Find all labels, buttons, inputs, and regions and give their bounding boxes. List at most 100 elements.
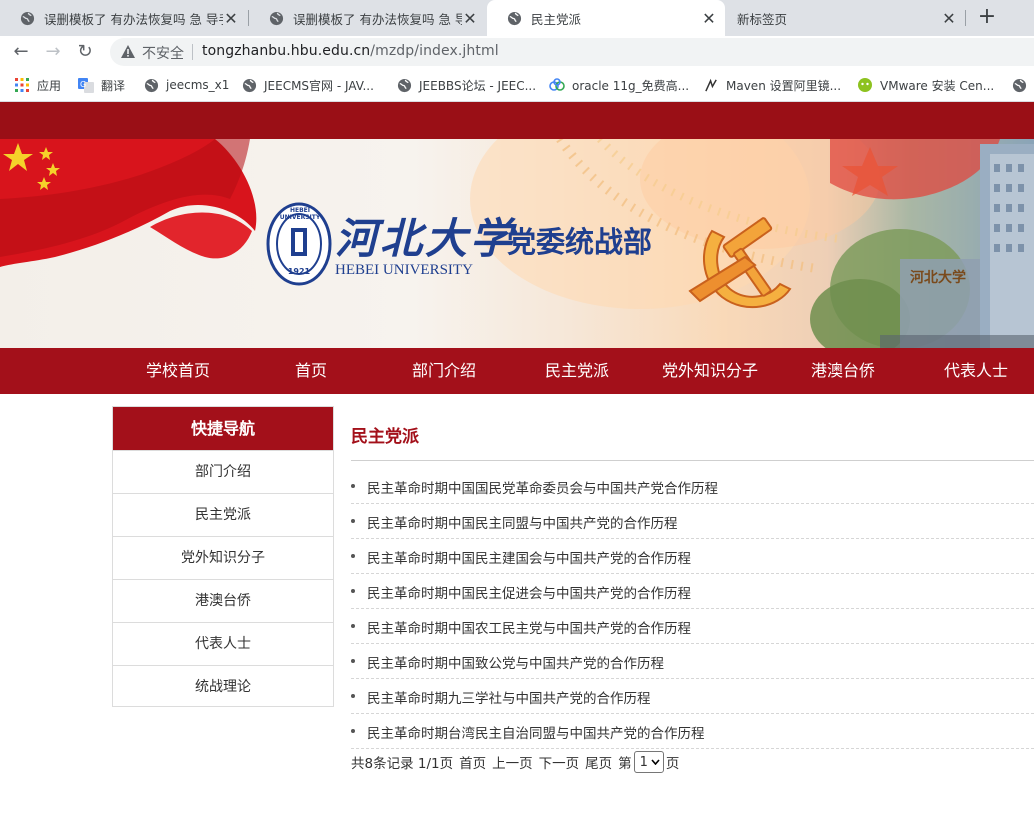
nav-item-department[interactable]: 部门介绍 xyxy=(396,348,492,394)
list-item[interactable]: 民主革命时期九三学社与中国共产党的合作历程 xyxy=(351,679,1034,714)
article-link[interactable]: 民主革命时期中国国民党革命委员会与中国共产党合作历程 xyxy=(367,477,718,497)
bookmark-vmware[interactable]: VMware 安装 Cen... xyxy=(857,76,994,94)
bookmark-label: 应用 xyxy=(37,78,62,93)
last-page-link[interactable]: 尾页 xyxy=(585,752,612,772)
bullet-icon xyxy=(351,484,355,488)
url-text[interactable]: tongzhanbu.hbu.edu.cn/mzdp/index.jhtml xyxy=(202,43,499,59)
bullet-icon xyxy=(351,554,355,558)
bookmark-maven[interactable]: Maven 设置阿里镜... xyxy=(703,76,841,94)
record-count: 共8条记录 1/1页 xyxy=(351,756,454,772)
building-sign: 河北大学 xyxy=(910,270,966,286)
header-banner: HEBEI UNIVERSITY 1921 河北大学 HEBEI UNIVERS… xyxy=(0,139,1034,348)
svg-text:G: G xyxy=(80,80,86,89)
bookmark-label: oracle 11g_免费高... xyxy=(572,78,690,93)
close-icon[interactable]: ✕ xyxy=(462,9,478,28)
nav-item-hk-macao-taiwan[interactable]: 港澳台侨 xyxy=(795,348,891,394)
bookmark-apps[interactable]: 应用 xyxy=(14,76,61,94)
list-item[interactable]: 民主革命时期中国国民党革命委员会与中国共产党合作历程 xyxy=(351,469,1034,504)
nav-item-school-home[interactable]: 学校首页 xyxy=(130,348,226,394)
browser-tab-active[interactable]: 民主党派 ✕ xyxy=(487,0,725,36)
globe-icon xyxy=(396,77,412,93)
translate-icon: G xyxy=(78,77,94,93)
list-item[interactable]: 民主革命时期中国民主建国会与中国共产党的合作历程 xyxy=(351,539,1034,574)
bookmark-jeecms-x1[interactable]: jeecms_x1 xyxy=(143,76,229,94)
sidebar-item-hk-macao-taiwan[interactable]: 港澳台侨 xyxy=(113,579,333,622)
nav-item-home[interactable]: 首页 xyxy=(263,348,359,394)
article-link[interactable]: 民主革命时期中国民主同盟与中国共产党的合作历程 xyxy=(367,512,678,532)
tab-title: 误删模板了 有办法恢复吗 急 导手 xyxy=(44,11,223,27)
sidebar-item-united-front-theory[interactable]: 统战理论 xyxy=(113,665,333,708)
omnibox[interactable]: 不安全 tongzhanbu.hbu.edu.cn/mzdp/index.jht… xyxy=(110,38,1034,66)
nav-item-non-party-intellectuals[interactable]: 党外知识分子 xyxy=(652,348,768,394)
feather-icon xyxy=(703,77,719,93)
reload-icon[interactable]: ↻ xyxy=(75,42,95,62)
browser-tab[interactable]: 误删模板了 有办法恢复吗 急 导手 ✕ xyxy=(249,0,486,36)
nav-item-representatives[interactable]: 代表人士 xyxy=(928,348,1024,394)
globe-icon xyxy=(269,11,284,25)
article-link[interactable]: 民主革命时期中国民主促进会与中国共产党的合作历程 xyxy=(367,582,691,602)
go-prefix: 第 xyxy=(618,756,632,772)
bookmark-overflow[interactable] xyxy=(1011,76,1034,94)
article-link[interactable]: 民主革命时期中国致公党与中国共产党的合作历程 xyxy=(367,652,664,672)
url-path: /mzdp/index.jhtml xyxy=(370,43,499,59)
new-tab-plus-icon[interactable]: + xyxy=(976,6,998,28)
prev-page-link[interactable]: 上一页 xyxy=(492,752,533,772)
list-item[interactable]: 民主革命时期中国民主同盟与中国共产党的合作历程 xyxy=(351,504,1034,539)
globe-icon xyxy=(20,11,35,25)
bookmark-oracle[interactable]: oracle 11g_免费高... xyxy=(549,76,689,94)
omnibox-divider xyxy=(192,44,193,60)
sidebar-item-representatives[interactable]: 代表人士 xyxy=(113,622,333,665)
pagination: 共8条记录 1/1页 首页 上一页 下一页 尾页 第 1 页 xyxy=(351,751,685,773)
close-icon[interactable]: ✕ xyxy=(223,9,239,28)
sidebar-item-non-party-intellectuals[interactable]: 党外知识分子 xyxy=(113,536,333,579)
article-link[interactable]: 民主革命时期台湾民主自治同盟与中国共产党的合作历程 xyxy=(367,722,705,742)
browser-tab[interactable]: 新标签页 ✕ xyxy=(727,0,965,36)
globe-icon xyxy=(507,11,522,25)
tab-title: 民主党派 xyxy=(531,11,582,27)
main-navigation: 学校首页 首页 部门介绍 民主党派 党外知识分子 港澳台侨 代表人士 xyxy=(0,348,1034,394)
first-page-link[interactable]: 首页 xyxy=(459,752,486,772)
article-link[interactable]: 民主革命时期中国农工民主党与中国共产党的合作历程 xyxy=(367,617,691,637)
list-item[interactable]: 民主革命时期中国民主促进会与中国共产党的合作历程 xyxy=(351,574,1034,609)
title-divider xyxy=(351,460,1034,461)
bookmark-jeebbs[interactable]: JEEBBS论坛 - JEEC... xyxy=(396,76,536,94)
bookmark-translate[interactable]: G 翻译 xyxy=(78,76,125,94)
tab-title: 误删模板了 有办法恢复吗 急 导手 xyxy=(293,11,462,27)
bookmark-label: Maven 设置阿里镜... xyxy=(726,78,842,93)
page-select[interactable]: 1 xyxy=(633,751,664,773)
globe-icon xyxy=(143,77,159,93)
sidebar-item-department[interactable]: 部门介绍 xyxy=(113,450,333,493)
browser-tab[interactable]: 误删模板了 有办法恢复吗 急 导手 ✕ xyxy=(0,0,247,36)
bookmark-jeecms-official[interactable]: JEECMS官网 - JAV... xyxy=(241,76,374,94)
top-red-strip xyxy=(0,102,1034,139)
next-page-link[interactable]: 下一页 xyxy=(539,752,580,772)
cloud-icon xyxy=(549,77,565,93)
bullet-icon xyxy=(351,624,355,628)
security-label[interactable]: 不安全 xyxy=(142,43,184,63)
tab-title: 新标签页 xyxy=(737,11,788,27)
list-item[interactable]: 民主革命时期中国致公党与中国共产党的合作历程 xyxy=(351,644,1034,679)
sidebar-item-democratic-parties[interactable]: 民主党派 xyxy=(113,493,333,536)
forward-arrow-icon[interactable]: → xyxy=(43,42,63,62)
sidebar-title: 快捷导航 xyxy=(113,407,333,450)
bullet-icon xyxy=(351,694,355,698)
back-arrow-icon[interactable]: ← xyxy=(11,42,31,62)
article-link[interactable]: 民主革命时期中国民主建国会与中国共产党的合作历程 xyxy=(367,547,691,567)
nav-item-democratic-parties[interactable]: 民主党派 xyxy=(529,348,625,394)
university-name-cn: 河北大学 xyxy=(335,214,516,263)
tab-divider xyxy=(965,10,966,26)
apps-grid-icon xyxy=(14,77,30,93)
chevron-down-icon xyxy=(651,759,660,765)
article-link[interactable]: 民主革命时期九三学社与中国共产党的合作历程 xyxy=(367,687,651,707)
list-item[interactable]: 民主革命时期台湾民主自治同盟与中国共产党的合作历程 xyxy=(351,714,1034,749)
bookmark-label: JEECMS官网 - JAV... xyxy=(264,78,374,93)
seal-text: HEBEI UNIVERSITY xyxy=(279,207,321,221)
bullet-icon xyxy=(351,659,355,663)
university-name-en: HEBEI UNIVERSITY xyxy=(335,262,473,278)
bookmark-label: jeecms_x1 xyxy=(166,78,230,92)
close-icon[interactable]: ✕ xyxy=(941,9,957,28)
list-item[interactable]: 民主革命时期中国农工民主党与中国共产党的合作历程 xyxy=(351,609,1034,644)
warning-triangle-icon[interactable] xyxy=(120,44,136,59)
close-icon[interactable]: ✕ xyxy=(701,9,717,28)
bullet-icon xyxy=(351,589,355,593)
